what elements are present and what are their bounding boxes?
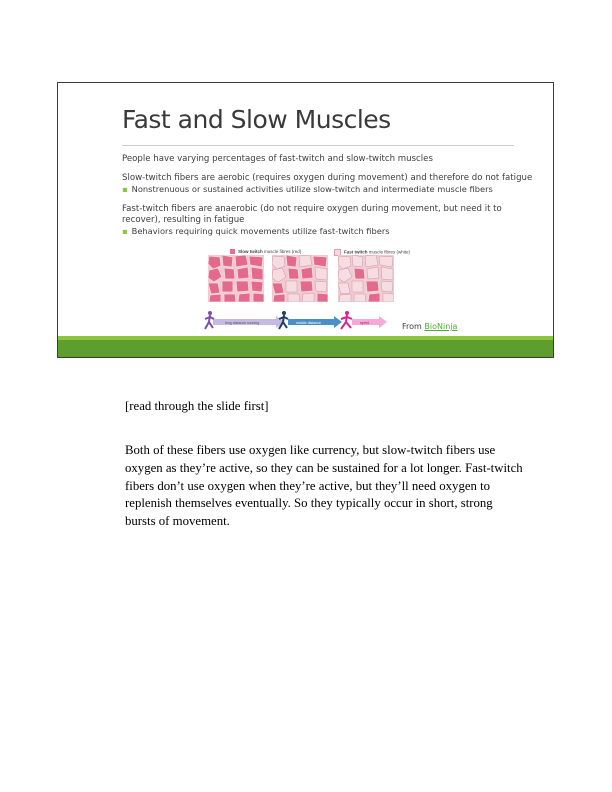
muscle-panel-slow [208,255,264,302]
title-divider [122,145,514,146]
bullet-marker: ▪ [122,226,128,236]
credit-line: From BioNinja [402,322,457,331]
arrow-middle-distance: middle distance [278,311,342,330]
bullet-marker: ▪ [122,184,128,194]
notes-paragraph-1: [read through the slide first] [125,399,269,413]
legend-swatch-red [230,249,235,255]
slide-thumbnail: Fast and Slow Muscles People have varyin… [57,82,554,358]
fast-twitch-text-line1: Fast-twitch fibers are anaerobic (do not… [122,204,502,214]
legend-slow-twitch: Slow twitch muscle fibres (red) [230,249,302,255]
arrow-label-sprint: sprint [360,321,369,325]
arrow-label-middle: middle distance [296,321,321,325]
slow-twitch-text: Slow-twitch fibers are aerobic (requires… [122,173,533,183]
slow-twitch-bullet-text: Nonstrenuous or sustained activities uti… [131,184,493,194]
footer-accent-dark [58,340,553,357]
slide-title: Fast and Slow Muscles [122,105,391,134]
legend-slow-bold: Slow twitch [238,249,263,254]
bioninja-link[interactable]: BioNinja [424,322,457,331]
legend-fast-bold: Fast twitch [344,249,368,255]
arrow-sprint: sprint [340,311,387,330]
legend-slow-rest: muscle fibres (red) [264,249,302,254]
legend-fast-rest: muscle fibres (white) [368,249,411,255]
fast-twitch-bullet-text: Behaviors requiring quick movements util… [131,226,390,236]
fast-twitch-bullet: ▪ Behaviors requiring quick movements uti… [122,226,390,236]
slow-twitch-bullet: ▪ Nonstrenuous or sustained activities ut… [122,184,493,194]
muscle-panel-mixed [272,255,328,302]
muscle-panel-fast [338,255,394,302]
intro-text: People have varying percentages of fast-… [122,154,433,164]
arrow-label-long: long distance running [225,321,259,325]
fast-twitch-text-line2: recover), resulting in fatigue [122,215,245,225]
notes-paragraph-2: Both of these fibers use oxygen like cur… [125,443,523,529]
credit-prefix: From [402,322,422,331]
